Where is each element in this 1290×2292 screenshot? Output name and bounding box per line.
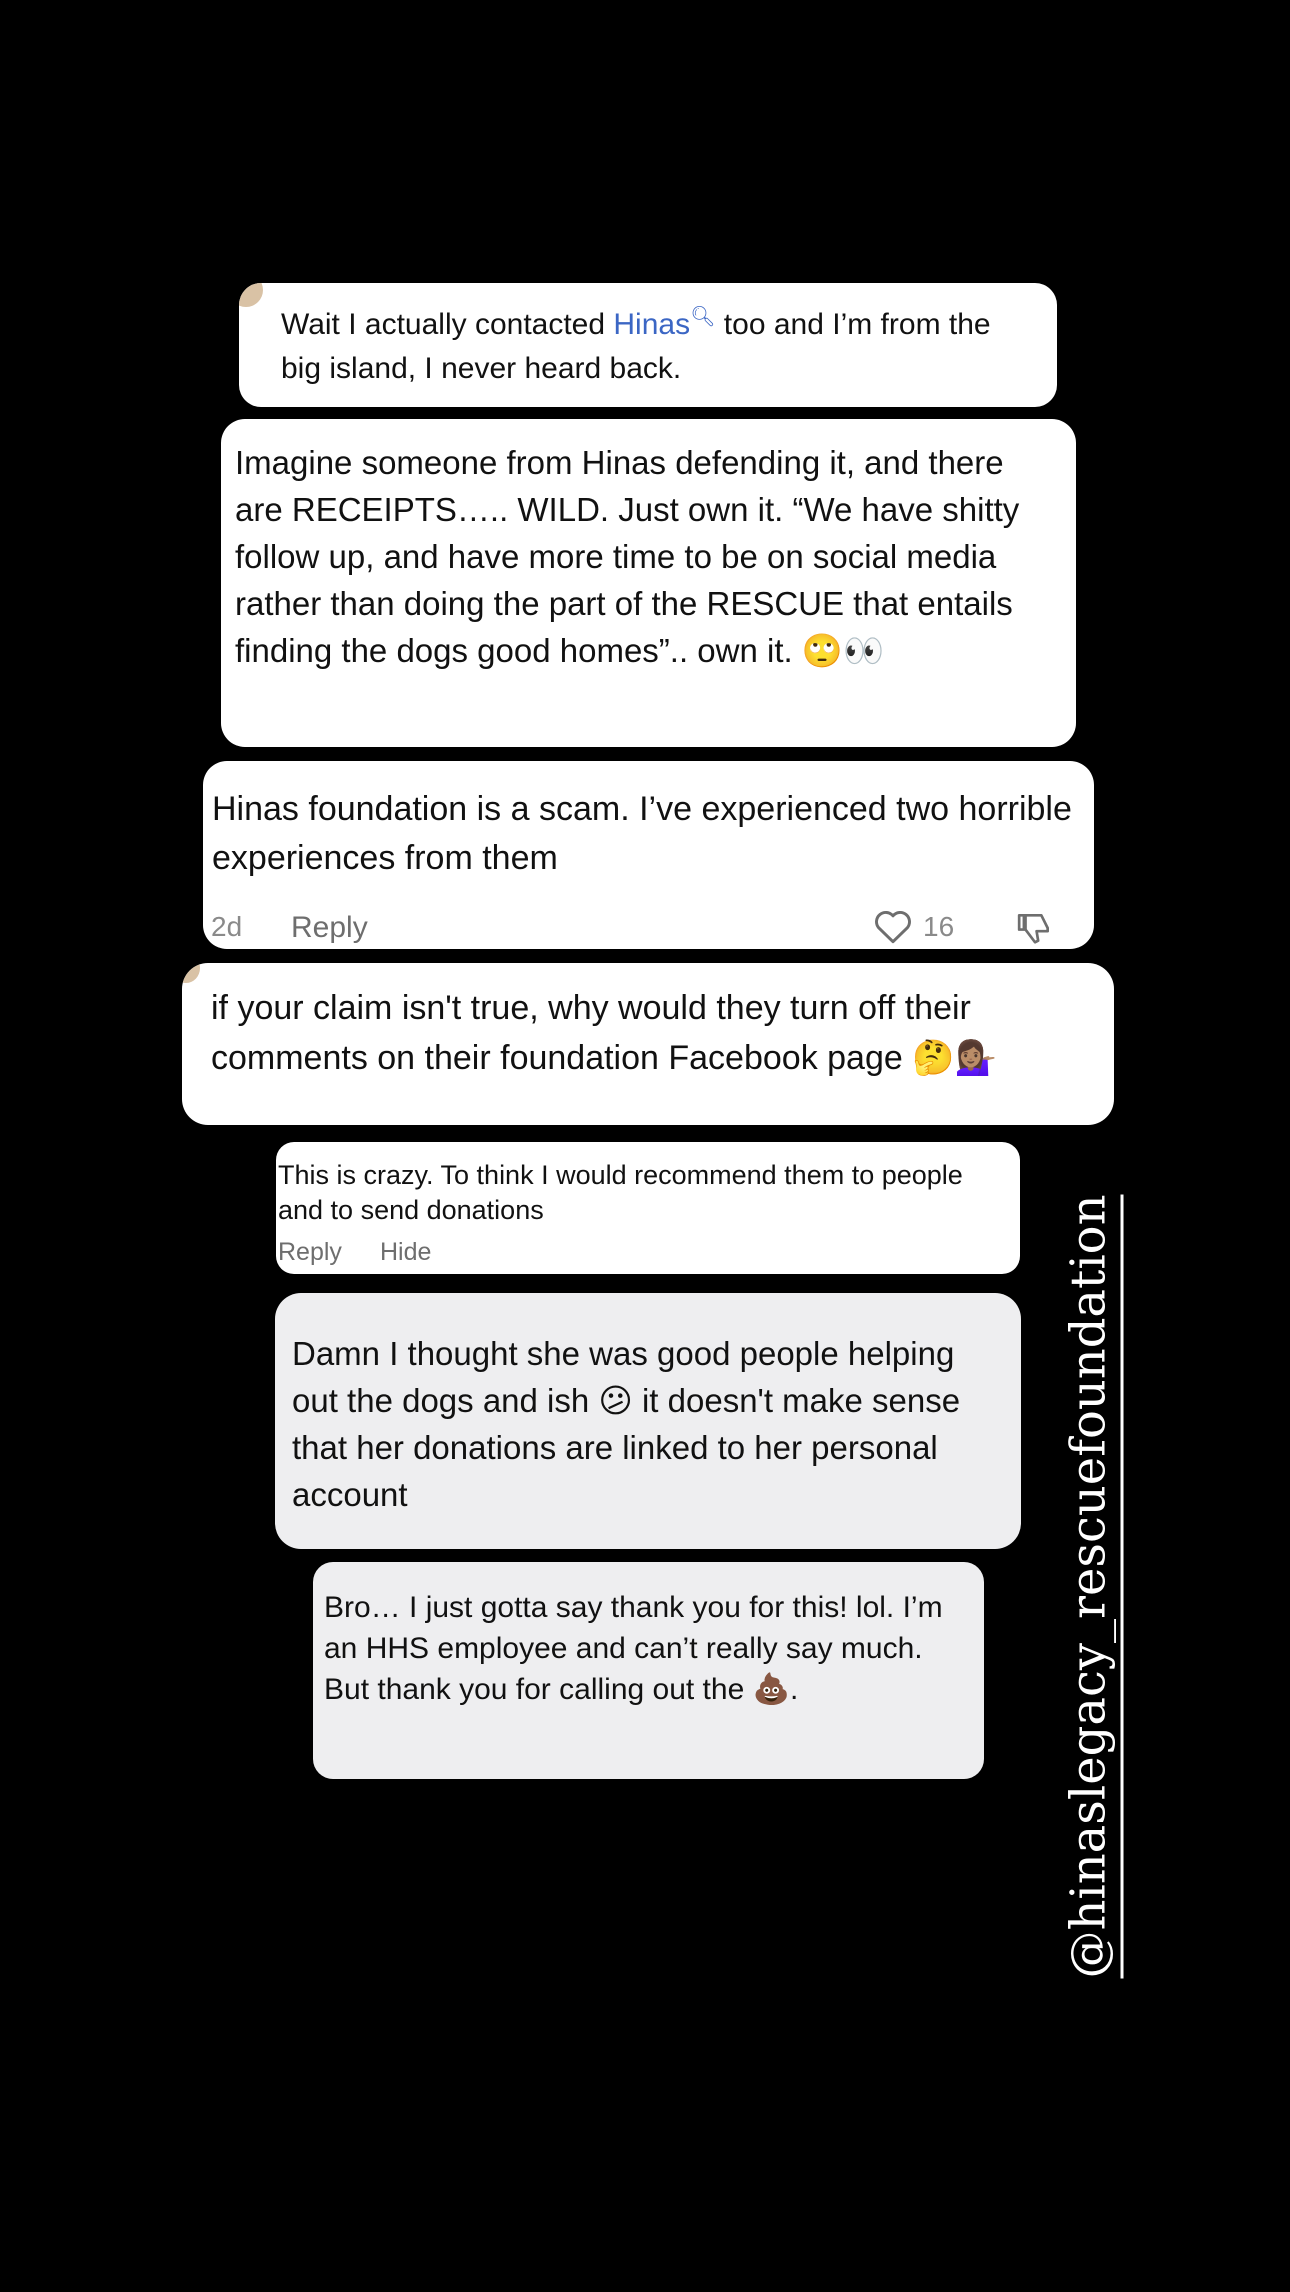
reply-button[interactable]: Reply <box>278 1238 342 1267</box>
account-handle-overlay: @hinaslegacy_rescuefoundation <box>1050 1194 1134 1979</box>
dislike-button[interactable] <box>1015 909 1055 947</box>
comment-card-7: Bro… I just gotta say thank you for this… <box>313 1562 984 1779</box>
comment-text: This is crazy. To think I would recommen… <box>278 1160 963 1225</box>
comment-card-2: Imagine someone from Hinas defending it,… <box>221 419 1076 747</box>
comment-age: 2d <box>211 911 243 942</box>
thumbs-down-icon <box>1015 909 1055 947</box>
comment-card-1: Wait I actually contacted Hinas🔍︎ too an… <box>239 283 1057 407</box>
comment-card-6: Damn I thought she was good people helpi… <box>275 1293 1021 1549</box>
avatar[interactable] <box>182 963 200 983</box>
comment-card-5: This is crazy. To think I would recommen… <box>276 1142 1020 1274</box>
reply-button[interactable]: Reply <box>291 911 368 945</box>
hide-button[interactable]: Hide <box>380 1238 431 1267</box>
account-handle: @hinaslegacy_rescuefoundation <box>1060 1194 1124 1979</box>
comment-text: Hinas foundation is a scam. I’ve experie… <box>212 790 1072 877</box>
comment-text: Wait I actually contacted Hinas🔍︎ too an… <box>281 295 1021 391</box>
search-icon: 🔍︎ <box>690 306 716 328</box>
comment-text: Imagine someone from Hinas defending it,… <box>235 444 1020 669</box>
heart-icon <box>873 909 913 945</box>
like-count: 16 <box>923 911 955 942</box>
comment-text: Bro… I just gotta say thank you for this… <box>324 1591 943 1706</box>
avatar[interactable] <box>239 283 263 307</box>
like-button[interactable]: 16 <box>873 909 954 945</box>
hinas-link[interactable]: Hinas <box>613 308 690 341</box>
comment-text: if your claim isn't true, why would they… <box>211 989 997 1077</box>
comment-card-4: if your claim isn't true, why would they… <box>182 963 1114 1125</box>
comment-card-3: Hinas foundation is a scam. I’ve experie… <box>203 761 1094 949</box>
comment-text: Damn I thought she was good people helpi… <box>292 1335 961 1513</box>
comment-text-before: Wait I actually contacted <box>281 308 614 341</box>
